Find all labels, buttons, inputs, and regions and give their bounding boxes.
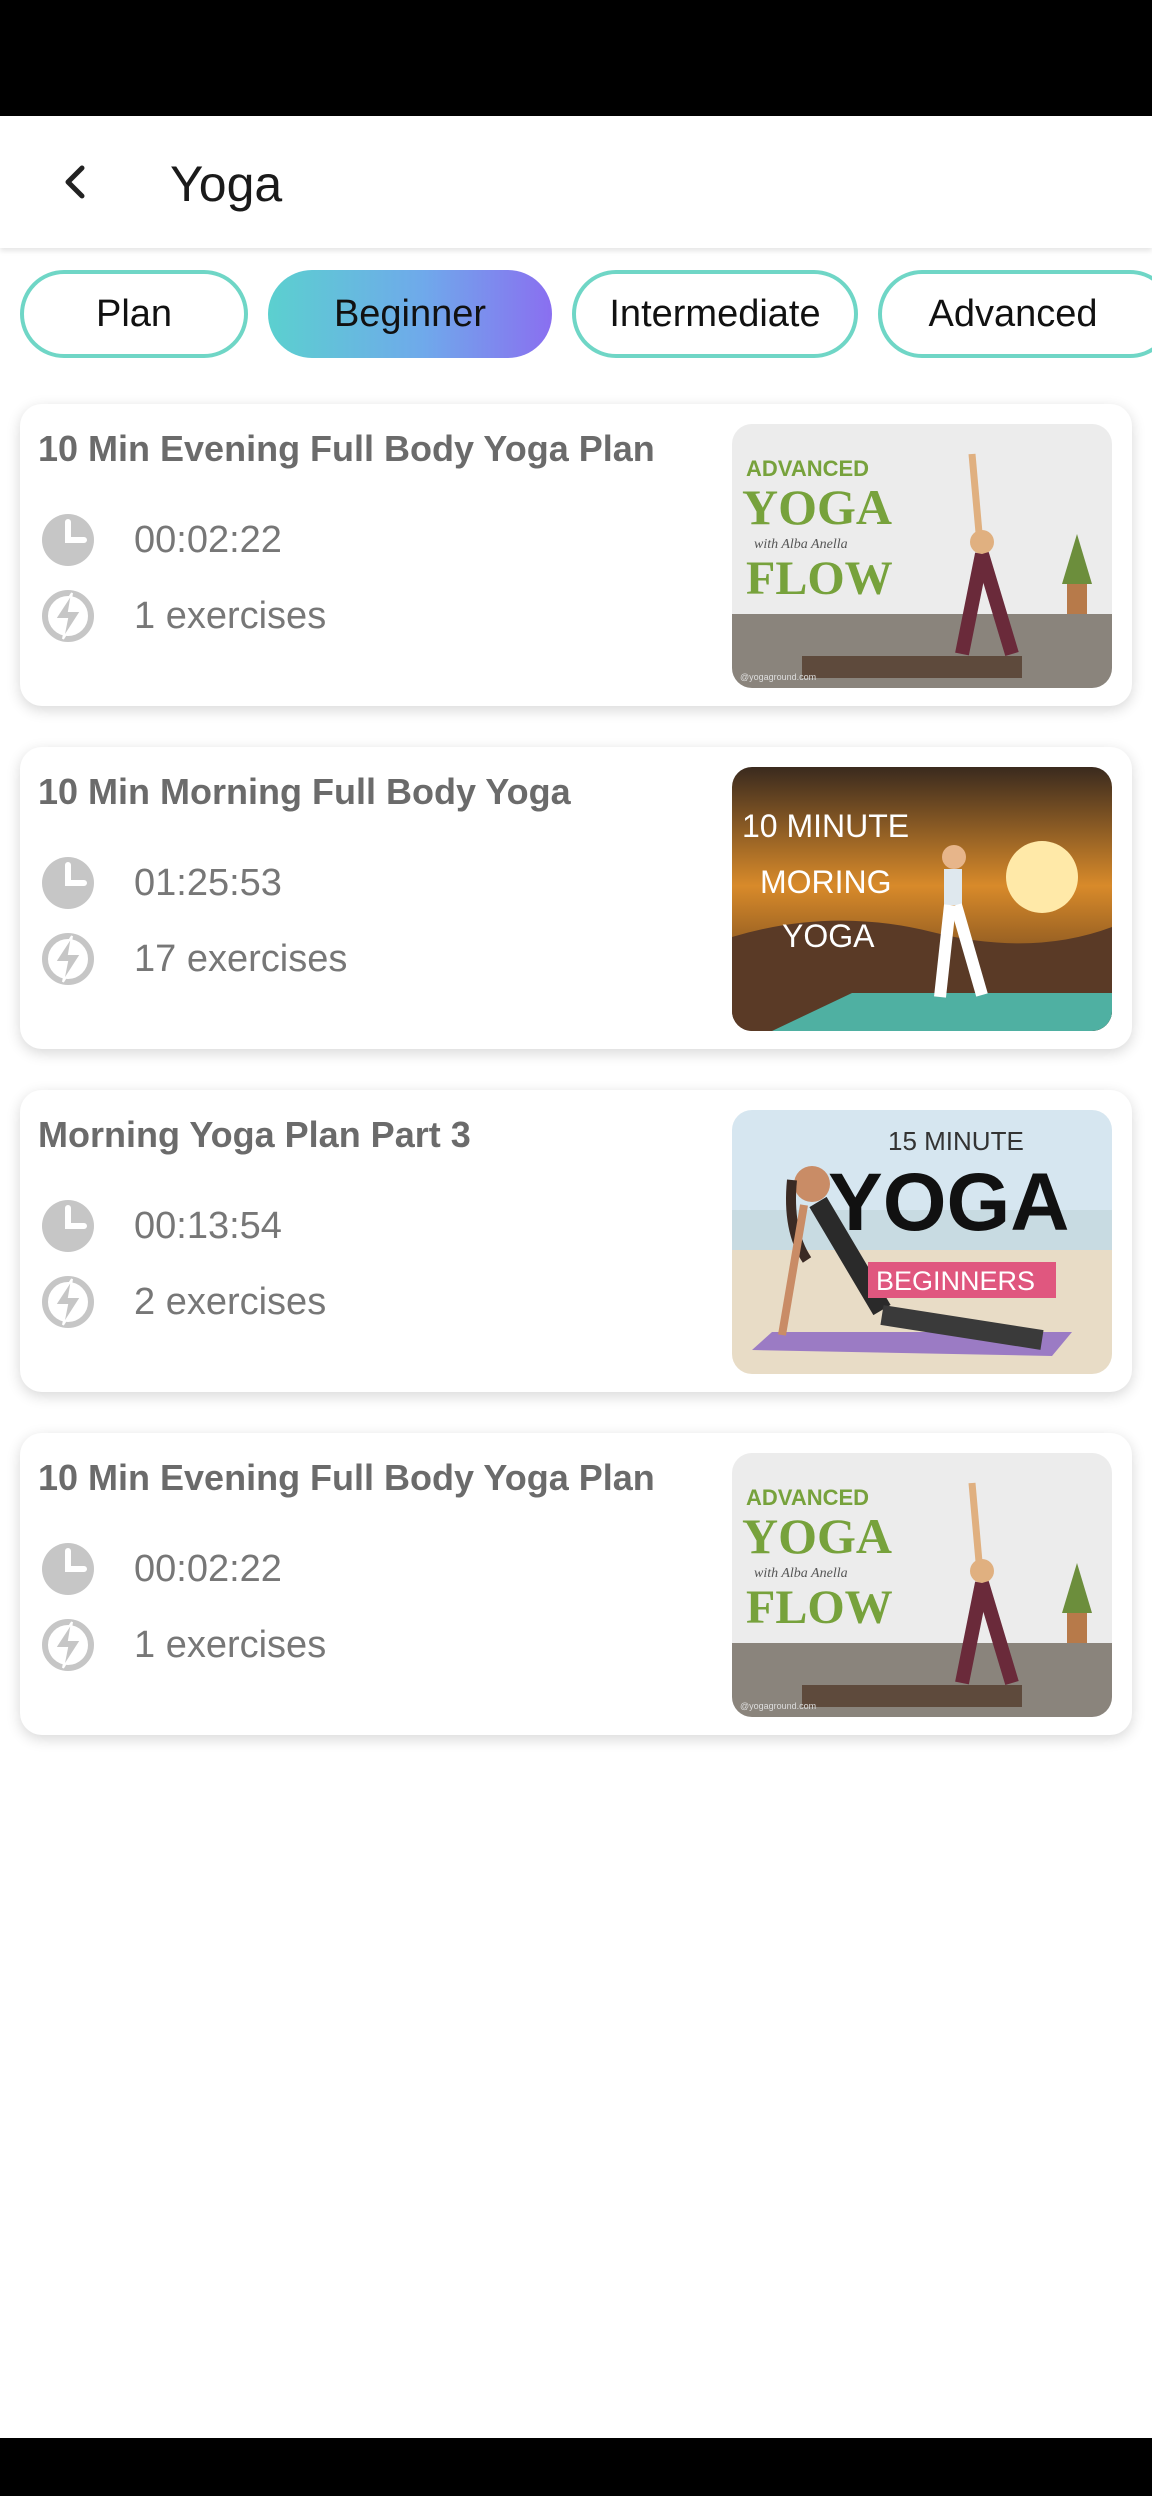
workout-card[interactable]: 10 Min Evening Full Body Yoga Plan 00:02…: [20, 404, 1132, 706]
thumb-text: FLOW: [746, 1581, 893, 1634]
status-bar: [0, 0, 1152, 116]
workout-thumbnail: 10 MINUTE MORING YOGA: [732, 767, 1112, 1031]
thumb-text: YOGA: [828, 1157, 1069, 1248]
exercises-text: 2 exercises: [134, 1280, 327, 1323]
thumb-text: ADVANCED: [746, 1485, 869, 1510]
thumb-text: BEGINNERS: [876, 1266, 1035, 1296]
thumb-text: with Alba Anella: [754, 1566, 848, 1581]
navigation-bar: [0, 2438, 1152, 2496]
thumb-text: FLOW: [746, 552, 893, 605]
page-title: Yoga: [170, 156, 283, 212]
tab-intermediate[interactable]: Intermediate: [572, 270, 858, 358]
lightning-bolt-icon: [38, 1615, 98, 1675]
thumb-text: YOGA: [742, 1508, 892, 1564]
arrow-back-icon: [65, 165, 85, 199]
duration-text: 00:02:22: [134, 518, 282, 561]
card-title: 10 Min Evening Full Body Yoga Plan: [38, 428, 655, 469]
duration-text: 00:02:22: [134, 1547, 282, 1590]
duration-row: 00:02:22: [38, 510, 282, 570]
clock-icon: [38, 853, 98, 913]
thumb-text: @yogaground.com: [740, 1701, 816, 1711]
tab-label: Intermediate: [609, 292, 821, 335]
exercises-text: 1 exercises: [134, 594, 327, 637]
clock-icon: [38, 1539, 98, 1599]
card-title: 10 Min Evening Full Body Yoga Plan: [38, 1457, 655, 1498]
workout-thumbnail: ADVANCED YOGA with Alba Anella FLOW @yog…: [732, 424, 1112, 688]
app-bar: Yoga: [0, 116, 1152, 248]
workout-thumbnail: 15 MINUTE YOGA BEGINNERS: [732, 1110, 1112, 1374]
clock-icon: [38, 1196, 98, 1256]
duration-text: 00:13:54: [134, 1204, 282, 1247]
tab-plan[interactable]: Plan: [20, 270, 248, 358]
exercises-row: 2 exercises: [38, 1272, 326, 1332]
back-button[interactable]: [40, 146, 112, 218]
duration-row: 00:13:54: [38, 1196, 282, 1256]
thumb-text: YOGA: [782, 918, 875, 954]
card-title: 10 Min Morning Full Body Yoga: [38, 771, 571, 812]
tab-advanced[interactable]: Advanced: [878, 270, 1152, 358]
thumb-text: MORING: [760, 864, 892, 900]
workout-card[interactable]: 10 Min Evening Full Body Yoga Plan 00:02…: [20, 1433, 1132, 1735]
thumb-text: ADVANCED: [746, 456, 869, 481]
lightning-bolt-icon: [38, 929, 98, 989]
clock-icon: [38, 510, 98, 570]
card-title: Morning Yoga Plan Part 3: [38, 1114, 471, 1155]
exercises-text: 17 exercises: [134, 937, 348, 980]
tab-label: Advanced: [928, 292, 1098, 335]
thumb-text: YOGA: [742, 479, 892, 535]
duration-text: 01:25:53: [134, 861, 282, 904]
exercises-row: 1 exercises: [38, 1615, 326, 1675]
workout-card[interactable]: Morning Yoga Plan Part 3 00:13:54 2 exer…: [20, 1090, 1132, 1392]
tab-beginner[interactable]: Beginner: [268, 270, 552, 358]
thumb-text: with Alba Anella: [754, 537, 848, 552]
thumb-text: 15 MINUTE: [888, 1126, 1024, 1156]
exercises-text: 1 exercises: [134, 1623, 327, 1666]
workout-thumbnail: ADVANCED YOGA with Alba Anella FLOW @yog…: [732, 1453, 1112, 1717]
exercises-row: 1 exercises: [38, 586, 326, 646]
exercises-row: 17 exercises: [38, 929, 347, 989]
lightning-bolt-icon: [38, 1272, 98, 1332]
thumb-text: 10 MINUTE: [742, 808, 909, 844]
filter-tabs: Plan Beginner Intermediate Advanced: [0, 268, 1152, 364]
tab-label: Beginner: [333, 292, 487, 335]
duration-row: 00:02:22: [38, 1539, 282, 1599]
thumb-text: @yogaground.com: [740, 672, 816, 682]
tab-label: Plan: [95, 292, 173, 335]
duration-row: 01:25:53: [38, 853, 282, 913]
lightning-bolt-icon: [38, 586, 98, 646]
workout-card[interactable]: 10 Min Morning Full Body Yoga 01:25:53 1…: [20, 747, 1132, 1049]
